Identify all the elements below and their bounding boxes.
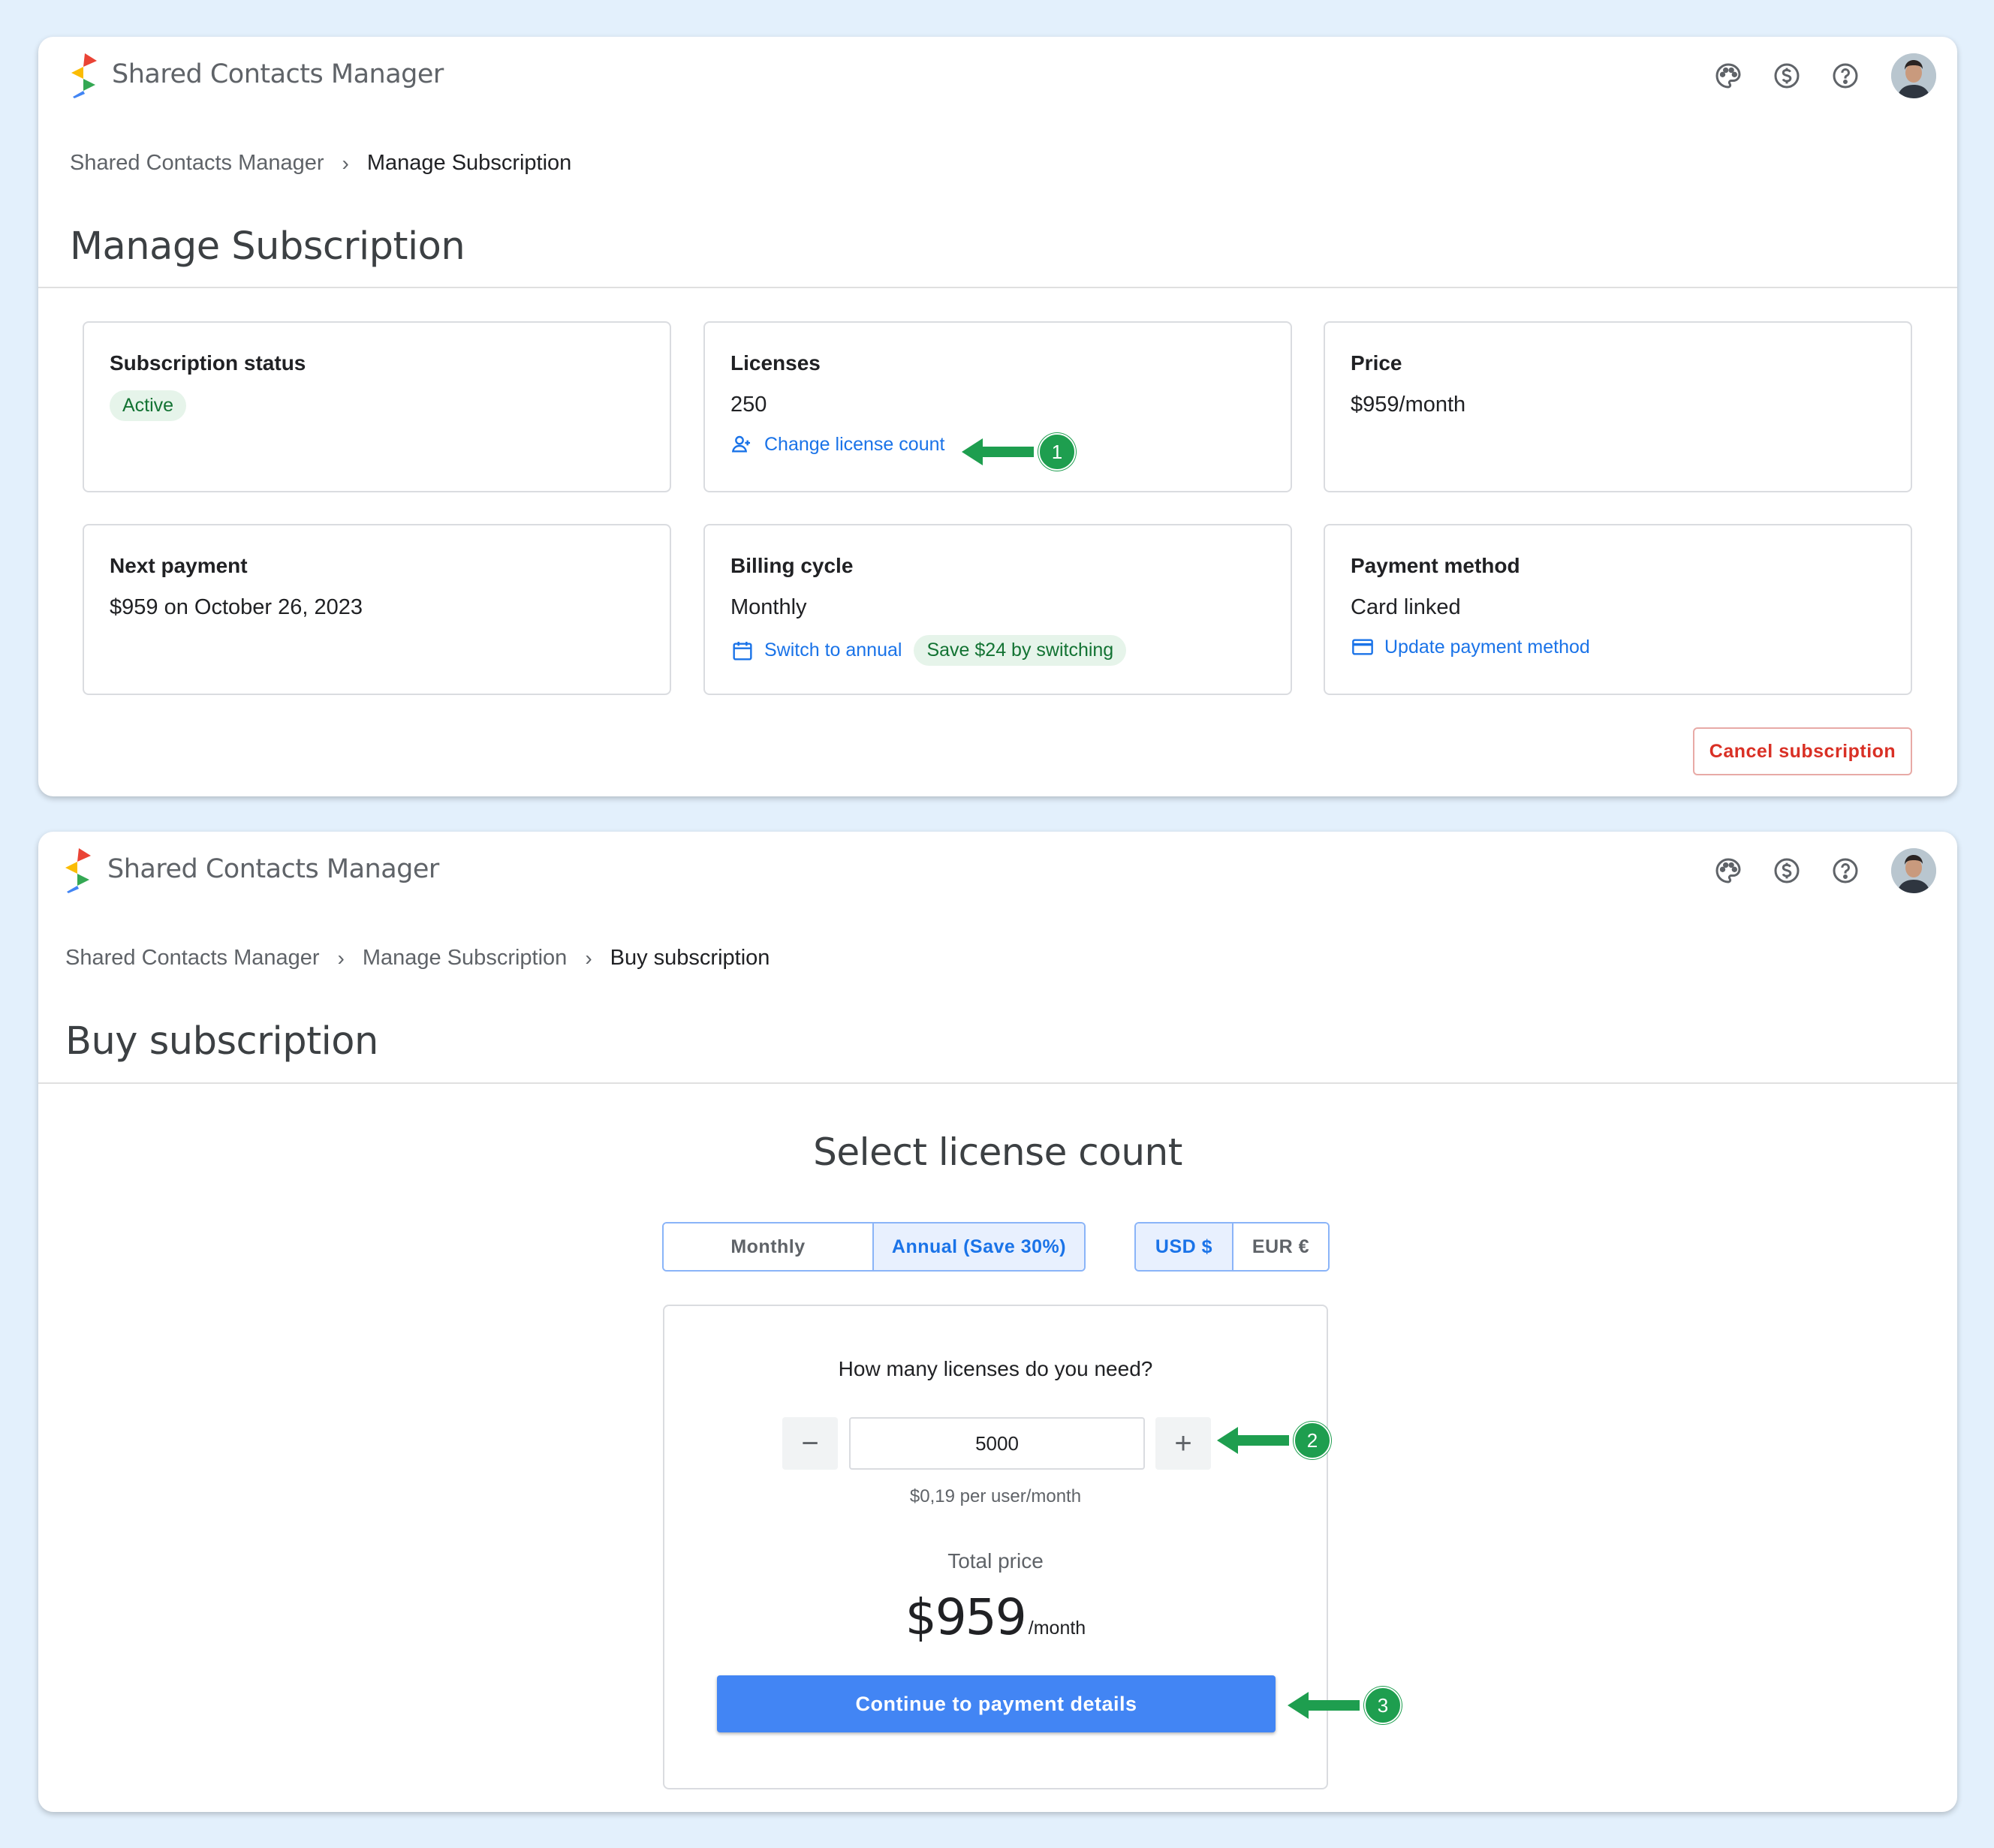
top-icons: [1699, 53, 1936, 98]
billing-cycle-card: Billing cycle Monthly Switch to annual S…: [703, 524, 1292, 695]
card-title: Payment method: [1351, 554, 1520, 577]
decrement-button[interactable]: −: [782, 1417, 838, 1470]
annotation-2: 2: [1217, 1422, 1331, 1459]
card-title: Billing cycle: [730, 554, 854, 577]
card-title: Subscription status: [110, 351, 306, 375]
app-name[interactable]: Shared Contacts Manager: [107, 854, 439, 884]
per-user-price: $0,19 per user/month: [909, 1486, 1082, 1506]
section-title: Select license count: [813, 1130, 1182, 1174]
help-icon[interactable]: [1816, 848, 1875, 893]
breadcrumb-item-current: Manage Subscription: [366, 151, 572, 175]
app-logo-icon[interactable]: [62, 848, 94, 893]
total-price-unit: /month: [1028, 1618, 1086, 1639]
arrow-left-icon: [1217, 1427, 1289, 1454]
chevron-right-icon: ›: [342, 151, 349, 175]
license-selector-card: How many licenses do you need? − + $0,19…: [663, 1305, 1328, 1789]
total-price: $959 /month: [664, 1588, 1327, 1646]
change-license-count-label: Change license count: [764, 433, 945, 455]
increment-button[interactable]: +: [1155, 1417, 1211, 1470]
eur-option[interactable]: EUR €: [1232, 1223, 1328, 1270]
breadcrumb-item-home[interactable]: Shared Contacts Manager: [65, 946, 320, 971]
arrow-left-icon: [1288, 1692, 1360, 1719]
help-icon[interactable]: [1816, 53, 1875, 98]
divider: [38, 287, 1957, 288]
user-avatar[interactable]: [1891, 53, 1936, 98]
annotation-1: 1: [962, 433, 1076, 471]
billing-cycle-toggle: Monthly Annual (Save 30%): [662, 1222, 1086, 1272]
palette-icon[interactable]: [1699, 53, 1758, 98]
payment-method-value: Card linked: [1351, 595, 1461, 619]
billing-cycle-value: Monthly: [730, 595, 807, 619]
usd-option[interactable]: USD $: [1136, 1223, 1232, 1270]
page-title: Buy subscription: [65, 1019, 378, 1064]
update-payment-method-link[interactable]: Update payment method: [1351, 635, 1590, 659]
subscription-status-card: Subscription status Active: [83, 321, 671, 492]
license-quantity-input[interactable]: [849, 1417, 1145, 1470]
divider: [38, 1082, 1957, 1084]
price-value: $959/month: [1351, 393, 1466, 417]
annotation-number: 3: [1364, 1687, 1402, 1724]
card-title: Price: [1351, 351, 1402, 375]
continue-to-payment-button[interactable]: Continue to payment details: [717, 1675, 1276, 1732]
card-title: Next payment: [110, 554, 248, 577]
license-question: How many licenses do you need?: [838, 1357, 1153, 1380]
page-title: Manage Subscription: [70, 224, 465, 269]
annotation-number: 2: [1294, 1422, 1331, 1459]
next-payment-card: Next payment $959 on October 26, 2023: [83, 524, 671, 695]
currency-toggle: USD $ EUR €: [1134, 1222, 1330, 1272]
chevron-right-icon: ›: [585, 946, 592, 970]
annual-option[interactable]: Annual (Save 30%): [872, 1223, 1084, 1270]
app-logo-icon[interactable]: [68, 53, 100, 98]
license-count-value: 250: [730, 393, 767, 417]
total-price-label: Total price: [947, 1549, 1044, 1573]
savings-badge: Save $24 by switching: [914, 635, 1127, 666]
palette-icon[interactable]: [1699, 848, 1758, 893]
breadcrumb-item-current: Buy subscription: [610, 946, 770, 970]
credit-card-icon: [1352, 639, 1373, 655]
breadcrumb: Shared Contacts Manager › Manage Subscri…: [65, 946, 770, 971]
next-payment-value: $959 on October 26, 2023: [110, 595, 363, 619]
breadcrumb: Shared Contacts Manager › Manage Subscri…: [70, 151, 571, 176]
annotation-3: 3: [1288, 1687, 1402, 1724]
add-user-icon: [731, 435, 750, 453]
chevron-right-icon: ›: [337, 946, 345, 970]
annotation-number: 1: [1038, 433, 1076, 471]
change-license-count-link[interactable]: Change license count: [730, 432, 944, 456]
switch-to-annual-label: Switch to annual: [764, 640, 902, 661]
user-avatar[interactable]: [1891, 848, 1936, 893]
payment-method-card: Payment method Card linked Update paymen…: [1324, 524, 1912, 695]
breadcrumb-item-manage[interactable]: Manage Subscription: [363, 946, 567, 971]
arrow-left-icon: [962, 438, 1034, 465]
status-badge: Active: [110, 390, 187, 421]
monthly-option[interactable]: Monthly: [664, 1223, 872, 1270]
total-price-amount: $959: [905, 1588, 1027, 1646]
app-bar: Shared Contacts Manager: [38, 832, 1957, 914]
switch-to-annual-link[interactable]: Switch to annual Save $24 by switching: [730, 635, 1127, 666]
calendar-icon: [733, 641, 752, 661]
breadcrumb-item-home[interactable]: Shared Contacts Manager: [70, 151, 324, 176]
buy-subscription-panel: Shared Contacts Manager Shared Contacts …: [38, 832, 1957, 1812]
card-title: Licenses: [730, 351, 821, 375]
update-payment-method-label: Update payment method: [1384, 636, 1590, 658]
app-name[interactable]: Shared Contacts Manager: [112, 59, 444, 89]
manage-subscription-panel: Shared Contacts Manager Shared Contacts …: [38, 37, 1957, 796]
dollar-circle-icon[interactable]: [1758, 848, 1816, 893]
cancel-subscription-button[interactable]: Cancel subscription: [1693, 727, 1912, 775]
app-bar: Shared Contacts Manager: [38, 37, 1957, 119]
price-card: Price $959/month: [1324, 321, 1912, 492]
top-icons: [1699, 848, 1936, 893]
dollar-circle-icon[interactable]: [1758, 53, 1816, 98]
